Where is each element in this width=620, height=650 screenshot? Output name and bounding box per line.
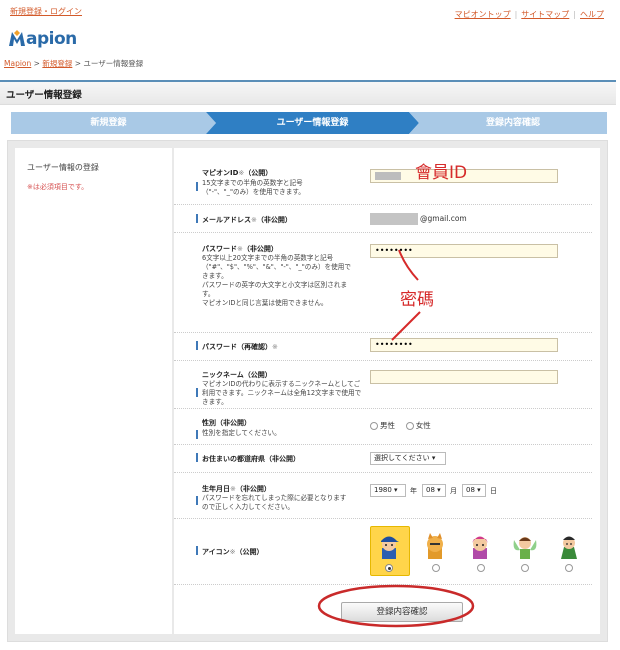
annotation-arrow-lower [391, 311, 421, 341]
annotation-marks [317, 249, 475, 628]
annotation-arrow-upper [398, 249, 419, 281]
annotation-circle-submit [317, 584, 475, 628]
